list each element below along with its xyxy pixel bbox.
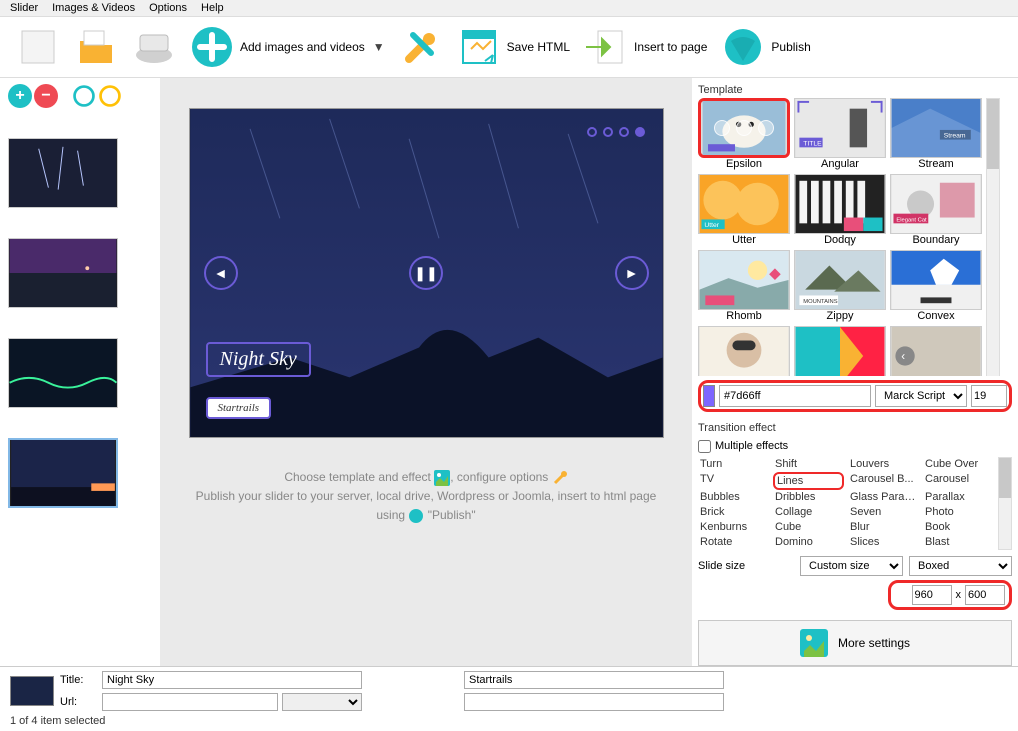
color-swatch[interactable]: [703, 385, 715, 407]
effect-item[interactable]: Cube: [773, 520, 844, 535]
pagination-dots[interactable]: [587, 127, 645, 137]
effect-item[interactable]: Photo: [923, 505, 994, 520]
template-extra-3[interactable]: ‹: [890, 326, 982, 376]
template-rhomb[interactable]: Rhomb: [698, 250, 790, 322]
url-input[interactable]: [102, 693, 278, 711]
menu-images[interactable]: Images & Videos: [52, 2, 135, 14]
help-text: Choose template and effect , configure o…: [196, 468, 657, 526]
effect-item[interactable]: Blast: [923, 535, 994, 550]
multiple-effects-checkbox[interactable]: Multiple effects: [698, 440, 1012, 453]
size-mode-select[interactable]: Custom size: [800, 556, 903, 576]
template-label: Template: [698, 84, 1012, 96]
save-button[interactable]: [126, 21, 182, 73]
effect-item[interactable]: Seven: [848, 505, 919, 520]
effect-item[interactable]: Brick: [698, 505, 769, 520]
chevron-down-icon[interactable]: ▼: [373, 40, 385, 54]
effect-item[interactable]: Turn: [698, 457, 769, 472]
svg-text:TITLE: TITLE: [803, 140, 822, 147]
template-extra-1[interactable]: [698, 326, 790, 376]
effect-item[interactable]: Carousel: [923, 472, 994, 491]
template-epsilon[interactable]: Epsilon: [698, 98, 790, 170]
open-button[interactable]: [68, 21, 124, 73]
svg-text:Elegant Cat: Elegant Cat: [896, 217, 927, 223]
transition-label: Transition effect: [698, 422, 1012, 434]
slide-subtitle[interactable]: Startrails: [206, 397, 272, 419]
template-scrollbar[interactable]: [986, 98, 1000, 376]
settings-button[interactable]: [393, 21, 449, 73]
title-label: Title:: [60, 674, 96, 686]
menu-options[interactable]: Options: [149, 2, 187, 14]
template-dodqy[interactable]: Dodqy: [794, 174, 886, 246]
template-stream[interactable]: StreamStream: [890, 98, 982, 170]
effect-item[interactable]: Domino: [773, 535, 844, 550]
slide-thumb-3[interactable]: [8, 338, 118, 408]
url-target-select[interactable]: [282, 693, 362, 711]
template-extra-2[interactable]: [794, 326, 886, 376]
title-input[interactable]: [102, 671, 362, 689]
slide-thumb-1[interactable]: [8, 138, 118, 208]
save-html-label: Save HTML: [507, 40, 570, 54]
slide-preview: ◄ ❚❚ ► Night Sky Startrails: [189, 108, 664, 438]
effect-item[interactable]: Collage: [773, 505, 844, 520]
effects-scrollbar[interactable]: [998, 457, 1012, 550]
subtitle-input[interactable]: [464, 671, 724, 689]
insert-button[interactable]: Insert to page: [578, 21, 713, 73]
add-images-button[interactable]: Add images and videos ▼: [184, 21, 391, 73]
effect-item[interactable]: Glass Parall...: [848, 490, 919, 505]
effect-item[interactable]: Dribbles: [773, 490, 844, 505]
template-utter[interactable]: UtterUtter: [698, 174, 790, 246]
add-slide-button[interactable]: +: [8, 84, 32, 108]
svg-text:Utter: Utter: [704, 222, 719, 229]
effect-item[interactable]: Louvers: [848, 457, 919, 472]
status-bar: 1 of 4 item selected: [0, 713, 1018, 731]
delete-slide-button[interactable]: −: [34, 84, 58, 108]
meta-thumb: [10, 676, 54, 706]
box-mode-select[interactable]: Boxed: [909, 556, 1012, 576]
template-convex[interactable]: Convex: [890, 250, 982, 322]
effect-item[interactable]: TV: [698, 472, 769, 491]
url-label: Url:: [60, 696, 96, 708]
effect-lines[interactable]: Lines: [773, 472, 844, 491]
effect-item[interactable]: Parallax: [923, 490, 994, 505]
rotate-left-button[interactable]: [73, 85, 95, 107]
next-slide-button[interactable]: ►: [615, 256, 649, 290]
add-images-label: Add images and videos: [240, 40, 365, 54]
template-boundary[interactable]: Elegant CatBoundary: [890, 174, 982, 246]
effect-item[interactable]: Book: [923, 520, 994, 535]
height-input[interactable]: [965, 585, 1005, 605]
effect-item[interactable]: Cube Over: [923, 457, 994, 472]
menu-help[interactable]: Help: [201, 2, 224, 14]
template-zippy[interactable]: MOUNTAINSZippy: [794, 250, 886, 322]
publish-button[interactable]: Publish: [715, 21, 816, 73]
color-input[interactable]: [719, 385, 871, 407]
save-html-button[interactable]: Save HTML: [451, 21, 576, 73]
svg-text:MOUNTAINS: MOUNTAINS: [803, 299, 837, 305]
slide-title[interactable]: Night Sky: [206, 342, 311, 377]
pause-button[interactable]: ❚❚: [409, 256, 443, 290]
url-extra-input[interactable]: [464, 693, 724, 711]
font-select[interactable]: Marck Script: [875, 385, 967, 407]
new-button[interactable]: [10, 21, 66, 73]
effect-item[interactable]: Kenburns: [698, 520, 769, 535]
font-size-input[interactable]: [971, 385, 1007, 407]
publish-label: Publish: [771, 40, 810, 54]
slide-thumb-4[interactable]: [8, 438, 118, 508]
effect-item[interactable]: Shift: [773, 457, 844, 472]
svg-text:‹: ‹: [901, 350, 905, 363]
prev-slide-button[interactable]: ◄: [204, 256, 238, 290]
width-input[interactable]: [912, 585, 952, 605]
effect-item[interactable]: Bubbles: [698, 490, 769, 505]
more-settings-button[interactable]: More settings: [698, 620, 1012, 666]
insert-label: Insert to page: [634, 40, 707, 54]
slide-thumb-2[interactable]: [8, 238, 118, 308]
effect-item[interactable]: Blur: [848, 520, 919, 535]
rotate-right-button[interactable]: [99, 85, 121, 107]
template-angular[interactable]: TITLEAngular: [794, 98, 886, 170]
effect-item[interactable]: Carousel B...: [848, 472, 919, 491]
effect-item[interactable]: Rotate: [698, 535, 769, 550]
slide-size-label: Slide size: [698, 560, 794, 572]
effect-item[interactable]: Slices: [848, 535, 919, 550]
menu-slider[interactable]: Slider: [10, 2, 38, 14]
svg-text:Stream: Stream: [944, 133, 966, 140]
